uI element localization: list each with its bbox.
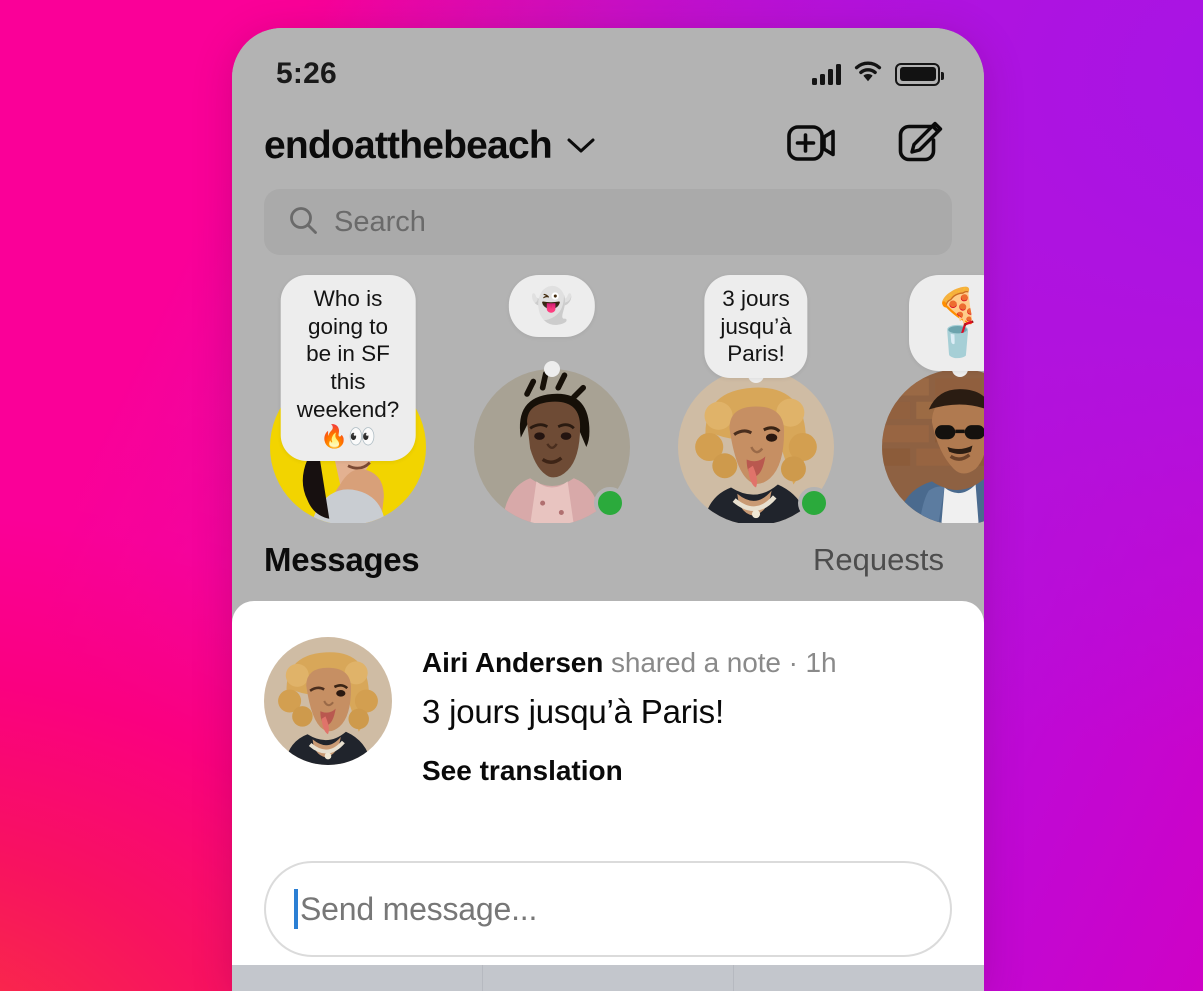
status-time: 5:26 — [276, 57, 337, 90]
cellular-signal-icon — [812, 63, 841, 85]
ricky-avatar — [882, 369, 984, 523]
search-input[interactable]: Search — [264, 189, 952, 255]
send-message-input[interactable]: Send message... — [264, 861, 952, 957]
note-detail-meta: Airi Andersen shared a note · 1h — [422, 647, 952, 679]
note-detail-author: Airi Andersen — [422, 647, 604, 678]
new-video-call-icon[interactable] — [786, 120, 838, 171]
note-detail-text: Airi Andersen shared a note · 1h 3 jours… — [422, 637, 952, 787]
battery-icon — [895, 62, 944, 86]
keyboard-peek-bar — [232, 965, 984, 991]
app-header: endoatthebeach — [232, 106, 984, 181]
requests-link[interactable]: Requests — [813, 542, 944, 578]
text-caret — [294, 889, 298, 929]
note-item-ricky[interactable]: 🍕🥤 — [858, 275, 984, 523]
search-placeholder: Search — [334, 205, 426, 238]
keyboard-peek-cell — [232, 965, 483, 991]
note-item-airi[interactable]: 3 jours jusqu’à Paris! — [654, 275, 858, 523]
keyboard-peek-cell — [734, 965, 984, 991]
note-bubble-tail — [544, 361, 560, 377]
note-item-your-note[interactable]: Who is going to be in SF this weekend? 🔥… — [246, 275, 450, 523]
notes-tray[interactable]: Who is going to be in SF this weekend? 🔥… — [232, 255, 984, 523]
chevron-down-icon[interactable] — [566, 137, 596, 160]
note-detail-sheet: Airi Andersen shared a note · 1h 3 jours… — [232, 601, 984, 991]
see-translation-link[interactable]: See translation — [422, 755, 623, 787]
note-bubble[interactable]: 👻 — [508, 275, 596, 337]
send-message-placeholder: Send message... — [300, 890, 538, 927]
keyboard-peek-cell — [483, 965, 734, 991]
phone-screen: 5:26 endoatthebeach Search Who is going … — [232, 28, 984, 991]
search-section: Search — [232, 181, 984, 255]
note-bubble[interactable]: Who is going to be in SF this weekend? 🔥… — [280, 275, 416, 462]
messages-header-row: Messages Requests — [232, 523, 984, 601]
airi-andersen-avatar[interactable] — [264, 637, 392, 765]
messages-title: Messages — [264, 541, 420, 578]
note-detail-body: 3 jours jusqu’à Paris! — [422, 693, 724, 730]
account-username[interactable]: endoatthebeach — [264, 124, 553, 168]
note-detail-action: shared a note · 1h — [603, 647, 837, 678]
search-icon — [288, 205, 318, 240]
status-icons — [812, 60, 944, 88]
note-avatar-wrap[interactable] — [678, 369, 834, 523]
online-status-dot — [798, 487, 830, 519]
online-status-dot — [594, 487, 626, 519]
wifi-icon — [853, 60, 883, 88]
note-avatar-wrap[interactable] — [474, 369, 630, 523]
note-avatar-wrap[interactable] — [882, 369, 984, 523]
note-bubble[interactable]: 3 jours jusqu’à Paris! — [704, 275, 808, 379]
note-item-apostolis[interactable]: 👻 — [450, 275, 654, 523]
status-bar: 5:26 — [232, 28, 984, 106]
phone-mockup: 5:26 endoatthebeach Search Who is going … — [232, 28, 984, 991]
note-detail-row[interactable]: Airi Andersen shared a note · 1h 3 jours… — [264, 637, 952, 787]
note-bubble[interactable]: 🍕🥤 — [909, 275, 984, 371]
compose-message-icon[interactable] — [896, 120, 944, 171]
